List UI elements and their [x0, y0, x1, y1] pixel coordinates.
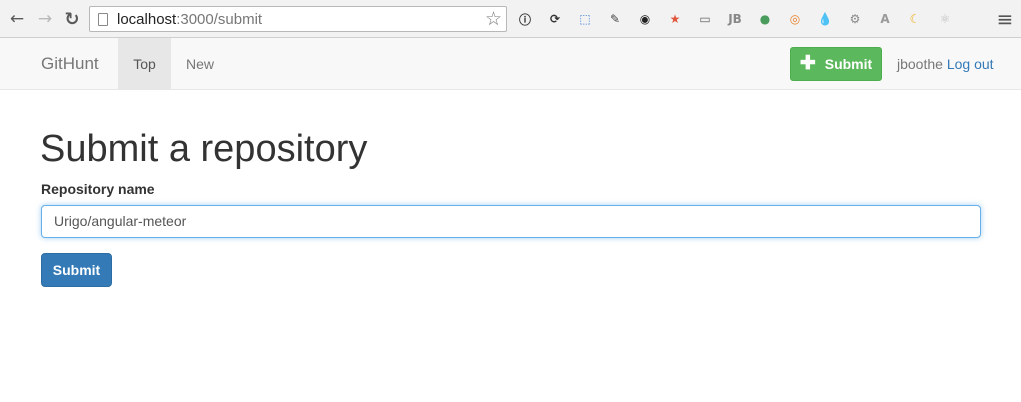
- color-wheel-extension-icon[interactable]: ◉: [635, 9, 655, 29]
- drop-extension-icon[interactable]: 💧: [815, 9, 835, 29]
- url-host: localhost: [117, 11, 177, 28]
- cast-extension-icon[interactable]: ▭: [695, 9, 715, 29]
- address-bar[interactable]: localhost:3000/submit ☆: [89, 6, 507, 32]
- submit-button[interactable]: Submit: [41, 253, 112, 287]
- tab-new[interactable]: New: [171, 38, 229, 89]
- submit-nav-label: Submit: [824, 56, 873, 72]
- url-text[interactable]: localhost:3000/submit: [117, 11, 262, 28]
- plugin-extension-icon[interactable]: ⚙: [845, 9, 865, 29]
- url-path: :3000/submit: [176, 11, 263, 28]
- submit-nav-button[interactable]: ✚ Submit: [790, 47, 882, 81]
- screenshot-extension-icon[interactable]: ⬚: [575, 9, 595, 29]
- brand-link[interactable]: GitHunt: [41, 54, 99, 74]
- forward-icon[interactable]: →: [35, 9, 55, 29]
- globe-extension-icon[interactable]: ●: [755, 9, 775, 29]
- browser-toolbar: ← → ↻ localhost:3000/submit ☆ ⓘ ⟳ ⬚ ✎ ◉ ★ ▭ JB ●…: [0, 0, 1021, 38]
- star-badge-extension-icon[interactable]: ★: [665, 9, 685, 29]
- repository-name-input[interactable]: Urigo/angular-meteor: [41, 205, 981, 238]
- tab-top[interactable]: Top: [118, 38, 171, 89]
- lifebuoy-extension-icon[interactable]: ◎: [785, 9, 805, 29]
- plus-icon: ✚: [799, 52, 816, 74]
- jetbrains-extension-icon[interactable]: JB: [725, 9, 745, 29]
- moon-extension-icon[interactable]: ☾: [905, 9, 925, 29]
- page-title: Submit a repository: [40, 128, 368, 170]
- sync-extension-icon[interactable]: ⟳: [545, 9, 565, 29]
- page-icon: [98, 13, 108, 26]
- username: jboothe: [897, 56, 943, 72]
- logout-link[interactable]: Log out: [947, 56, 994, 72]
- reload-icon[interactable]: ↻: [62, 9, 82, 30]
- font-extension-icon[interactable]: A: [875, 9, 895, 29]
- back-icon[interactable]: ←: [7, 9, 27, 29]
- bookmark-star-icon[interactable]: ☆: [485, 8, 502, 30]
- eyedropper-extension-icon[interactable]: ✎: [605, 9, 625, 29]
- chrome-menu-icon[interactable]: ≡: [995, 7, 1015, 31]
- repository-name-label: Repository name: [41, 181, 155, 197]
- app-navbar: GitHunt Top New ✚ Submit jboothe Log out: [0, 38, 1021, 90]
- user-info: jboothe Log out: [897, 56, 994, 72]
- react-extension-icon[interactable]: ⚛: [935, 9, 955, 29]
- info-extension-icon[interactable]: ⓘ: [515, 9, 535, 29]
